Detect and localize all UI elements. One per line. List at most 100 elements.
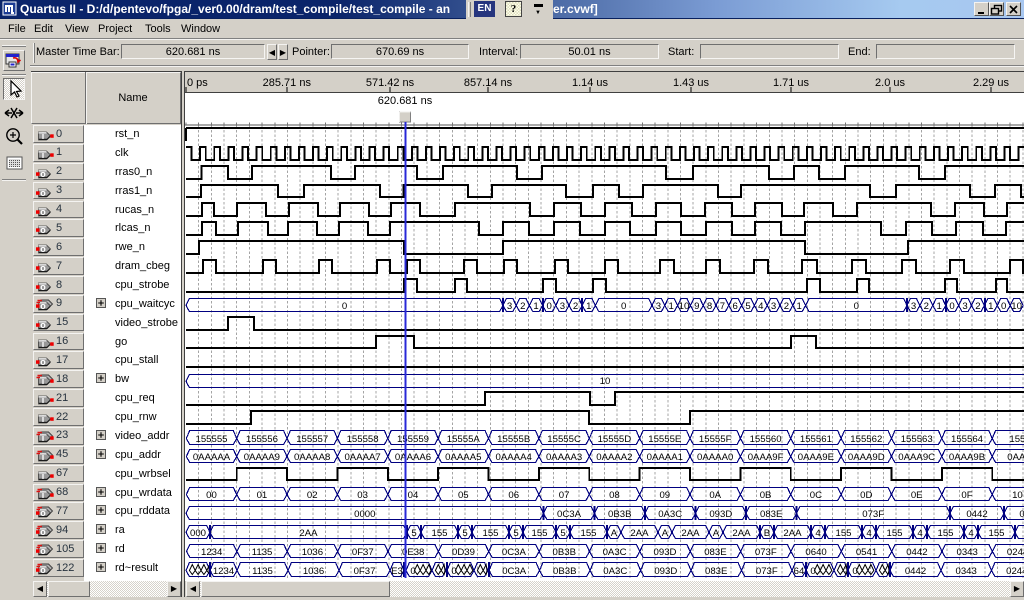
svg-text:5: 5 — [462, 528, 467, 539]
svg-text:1: 1 — [586, 301, 591, 312]
svg-text:08: 08 — [609, 490, 620, 501]
svg-text:0: 0 — [410, 566, 415, 577]
svg-text:o: o — [40, 188, 46, 198]
svg-text:o: o — [40, 527, 46, 537]
svg-text:10: 10 — [1012, 490, 1023, 501]
svg-text:000: 000 — [190, 528, 206, 539]
svg-text:2: 2 — [924, 301, 929, 312]
svg-text:o: o — [40, 508, 46, 518]
svg-text:07: 07 — [559, 490, 570, 501]
svg-text:0AAA9B: 0AAA9B — [949, 452, 985, 463]
svg-text:0541: 0541 — [856, 547, 877, 558]
svg-text:155: 155 — [580, 528, 596, 539]
svg-text:083E: 083E — [760, 509, 782, 520]
svg-text:i: i — [42, 452, 45, 462]
svg-text:571.42 ns: 571.42 ns — [366, 77, 415, 89]
svg-text:155556: 155556 — [246, 434, 278, 445]
svg-text:06: 06 — [508, 490, 519, 501]
svg-text:o: o — [40, 282, 46, 292]
svg-text:o: o — [40, 225, 46, 235]
svg-text:o: o — [40, 357, 46, 367]
svg-text:155: 155 — [531, 528, 547, 539]
svg-text:1036: 1036 — [303, 566, 324, 577]
svg-text:15555F: 15555F — [699, 434, 732, 445]
svg-text:0B3B: 0B3B — [553, 547, 576, 558]
svg-text:0AAAA6: 0AAAA6 — [395, 452, 431, 463]
svg-text:i: i — [42, 414, 45, 424]
svg-text:3: 3 — [656, 301, 661, 312]
svg-text:2AA: 2AA — [681, 528, 700, 539]
svg-text:5: 5 — [513, 528, 518, 539]
svg-text:0AAA9D: 0AAA9D — [848, 452, 885, 463]
svg-text:i: i — [42, 395, 45, 405]
svg-text:1036: 1036 — [302, 547, 323, 558]
svg-text:155: 155 — [835, 528, 851, 539]
svg-text:4: 4 — [866, 528, 872, 539]
svg-text:5: 5 — [411, 528, 416, 539]
svg-text:1: 1 — [669, 301, 674, 312]
svg-text:0442: 0442 — [966, 509, 987, 520]
svg-text:04: 04 — [408, 490, 419, 501]
svg-text:1.71 us: 1.71 us — [773, 77, 810, 89]
svg-text:1.43 us: 1.43 us — [673, 77, 710, 89]
svg-text:o: o — [40, 301, 46, 311]
svg-text:02: 02 — [307, 490, 318, 501]
svg-text:155: 155 — [886, 528, 902, 539]
svg-text:093D: 093D — [654, 547, 677, 558]
svg-text:0AAAA7: 0AAAA7 — [344, 452, 380, 463]
svg-text:0C3A: 0C3A — [502, 566, 527, 577]
svg-text:155560: 155560 — [750, 434, 782, 445]
svg-text:0AAAA8: 0AAAA8 — [294, 452, 330, 463]
svg-text:0244: 0244 — [1007, 547, 1024, 558]
svg-text:i: i — [42, 471, 45, 481]
svg-text:0AAAA2: 0AAAA2 — [596, 452, 632, 463]
svg-text:3: 3 — [771, 301, 776, 312]
svg-text:2: 2 — [520, 301, 525, 312]
svg-text:4: 4 — [758, 301, 764, 312]
svg-text:0343: 0343 — [957, 547, 978, 558]
svg-text:10: 10 — [1011, 301, 1022, 312]
svg-text:0: 0 — [1001, 301, 1006, 312]
svg-text:0442: 0442 — [905, 566, 926, 577]
svg-text:10: 10 — [679, 301, 690, 312]
svg-text:155557: 155557 — [296, 434, 328, 445]
svg-text:3: 3 — [560, 301, 565, 312]
svg-text:0C3A: 0C3A — [557, 509, 582, 520]
svg-text:9: 9 — [694, 301, 699, 312]
svg-text:0AAAA5: 0AAAA5 — [445, 452, 481, 463]
svg-text:0C: 0C — [810, 490, 822, 501]
svg-text:01: 01 — [257, 490, 268, 501]
svg-text:10: 10 — [600, 376, 611, 387]
svg-text:155562: 155562 — [850, 434, 882, 445]
svg-text:620.681 ns: 620.681 ns — [378, 95, 433, 107]
svg-text:15555B: 15555B — [497, 434, 530, 445]
svg-text:093D: 093D — [709, 509, 732, 520]
svg-text:o: o — [40, 565, 46, 575]
svg-text:0640: 0640 — [805, 547, 826, 558]
svg-text:0: 0 — [810, 566, 815, 577]
svg-text:1: 1 — [988, 301, 993, 312]
svg-text:i: i — [42, 150, 45, 160]
svg-text:i: i — [42, 433, 45, 443]
svg-text:o: o — [40, 244, 46, 254]
svg-text:0AAAA0: 0AAAA0 — [697, 452, 733, 463]
svg-text:0: 0 — [451, 566, 456, 577]
svg-text:i: i — [42, 131, 45, 141]
svg-text:0: 0 — [342, 301, 347, 312]
svg-text:3: 3 — [962, 301, 967, 312]
svg-text:2.29 us: 2.29 us — [973, 77, 1010, 89]
svg-text:2AA: 2AA — [630, 528, 649, 539]
svg-text:0AAAA4: 0AAAA4 — [496, 452, 533, 463]
svg-text:6: 6 — [733, 301, 738, 312]
svg-text:0AAAA1: 0AAAA1 — [647, 452, 683, 463]
svg-text:15555D: 15555D — [598, 434, 632, 445]
svg-text:083E: 083E — [704, 547, 726, 558]
svg-text:2AA: 2AA — [299, 528, 318, 539]
svg-text:0A3C: 0A3C — [603, 566, 627, 577]
svg-text:155: 155 — [937, 528, 953, 539]
svg-text:8: 8 — [707, 301, 712, 312]
svg-text:4: 4 — [815, 528, 821, 539]
svg-text:0AAAA9: 0AAAA9 — [244, 452, 280, 463]
svg-text:0: 0 — [949, 301, 954, 312]
svg-text:0AAA9A: 0AAA9A — [1007, 452, 1024, 463]
